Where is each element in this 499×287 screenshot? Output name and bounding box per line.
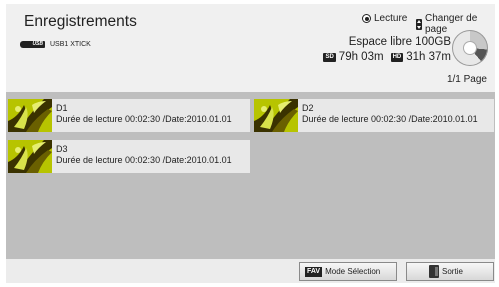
hint-play: Lecture (362, 13, 407, 24)
sd-badge: SD (323, 52, 336, 62)
recording-name: D1 (56, 103, 68, 113)
hd-time: 31h 37m (406, 51, 451, 63)
recording-item[interactable]: D3 Durée de lecture 00:02:30 /Date:2010.… (8, 140, 250, 173)
fav-key-icon: FAV (305, 266, 323, 277)
usb-device-label: USB1 XTICK (50, 41, 91, 48)
free-space: Espace libre 100GB (348, 36, 451, 48)
hd-badge: HD (390, 52, 404, 62)
recording-thumbnail (254, 99, 298, 132)
recording-thumbnail (8, 140, 52, 173)
sd-time: 79h 03m (338, 51, 384, 63)
exit-icon (429, 265, 439, 278)
exit-button[interactable]: Sortie (406, 262, 494, 281)
selection-mode-label: Mode Sélection (325, 267, 381, 276)
disk-usage-icon (452, 30, 488, 66)
header: Enregistrements Lecture Changer de page … (6, 4, 495, 92)
hint-change-page: Changer de page (416, 13, 495, 35)
recording-detail: Durée de lecture 00:02:30 /Date:2010.01.… (56, 114, 232, 124)
recording-name: D2 (302, 103, 314, 113)
page-indicator: 1/1 Page (446, 74, 487, 85)
recording-thumbnail (8, 99, 52, 132)
recording-item[interactable]: D2 Durée de lecture 00:02:30 /Date:2010.… (254, 99, 494, 132)
footer-bar: FAV Mode Sélection Sortie (6, 259, 495, 283)
recordings-list: D1 Durée de lecture 00:02:30 /Date:2010.… (6, 92, 495, 259)
recordings-screen: Enregistrements Lecture Changer de page … (6, 4, 495, 283)
page-up-down-icon (416, 18, 422, 30)
recording-detail: Durée de lecture 00:02:30 /Date:2010.01.… (302, 114, 478, 124)
usb-device: USB USB1 XTICK (20, 41, 91, 48)
recording-detail: Durée de lecture 00:02:30 /Date:2010.01.… (56, 155, 232, 165)
exit-label: Sortie (442, 267, 463, 276)
selection-mode-button[interactable]: FAV Mode Sélection (299, 262, 397, 281)
play-circle-icon (362, 14, 371, 23)
recording-name: D3 (56, 144, 68, 154)
hint-play-label: Lecture (374, 13, 408, 24)
recording-item[interactable]: D1 Durée de lecture 00:02:30 /Date:2010.… (8, 99, 250, 132)
usb-icon: USB (20, 41, 45, 48)
page-title: Enregistrements (24, 13, 137, 30)
recording-quota: SD 79h 03m HD 31h 37m (323, 51, 451, 63)
